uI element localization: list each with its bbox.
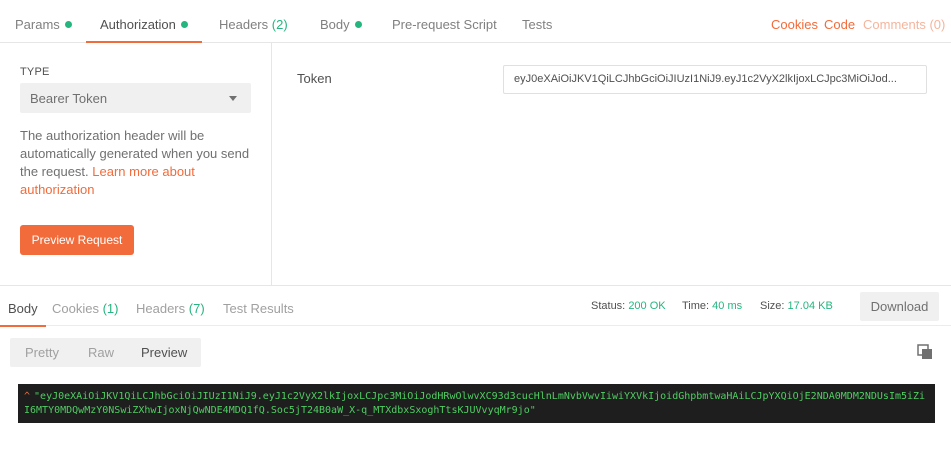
status-value: 200 OK (628, 300, 666, 312)
time-label: Time: (682, 300, 710, 312)
request-tab-bar: Params Authorization Headers (2) Body Pr… (0, 0, 951, 43)
response-tab-bar: Body Cookies (1) Headers (7) Test Result… (0, 285, 951, 327)
tab-body-label: Body (320, 17, 350, 32)
tab-headers-label: Headers (219, 17, 269, 32)
token-input[interactable]: eyJ0eXAiOiJKV1QiLCJhbGciOiJIUzI1NiJ9.eyJ… (503, 65, 927, 94)
code-link[interactable]: Code (824, 0, 855, 43)
tab-params-label: Params (15, 17, 60, 32)
params-status-dot (64, 21, 72, 28)
tab-authorization-label: Authorization (100, 17, 176, 32)
tab-headers[interactable]: Headers (2) (219, 0, 288, 43)
auth-type-dropdown[interactable]: Bearer Token (20, 83, 251, 113)
view-preview-button[interactable]: Preview (141, 338, 187, 367)
response-tab-headers-label: Headers (136, 301, 186, 316)
response-tab-cookies[interactable]: Cookies (1) (52, 286, 118, 326)
copy-icon[interactable] (917, 344, 933, 360)
tab-tests-label: Tests (522, 17, 553, 32)
view-mode-toggle: Pretty Raw Preview (10, 338, 201, 367)
response-tab-headers-count: (7) (188, 301, 205, 316)
response-tab-test-results-label: Test Results (223, 301, 294, 316)
token-panel: Token eyJ0eXAiOiJKV1QiLCJhbGciOiJIUzI1Ni… (272, 43, 951, 285)
response-tab-test-results[interactable]: Test Results (223, 286, 294, 326)
response-size: Size: 17.04 KB (760, 300, 833, 312)
tab-tests[interactable]: Tests (522, 0, 552, 43)
time-value: 40 ms (712, 300, 743, 312)
auth-type-value: Bearer Token (30, 91, 108, 106)
response-tab-cookies-count: (1) (102, 301, 119, 316)
response-tab-body[interactable]: Body (0, 286, 46, 327)
tab-body[interactable]: Body (320, 0, 362, 43)
download-button[interactable]: Download (860, 292, 939, 321)
tab-pre-request-script[interactable]: Pre-request Script (392, 0, 497, 43)
collapse-caret-icon[interactable]: ^ (24, 391, 30, 402)
response-tab-cookies-label: Cookies (52, 301, 99, 316)
cookies-link[interactable]: Cookies (771, 0, 818, 43)
auth-type-panel: TYPE Bearer Token The authorization head… (0, 43, 272, 285)
view-raw-button[interactable]: Raw (88, 338, 114, 367)
response-body: ^ "eyJ0eXAiOiJKV1QiLCJhbGciOiJIUzI1NiJ9.e… (18, 384, 935, 423)
response-body-text: "eyJ0eXAiOiJKV1QiLCJhbGciOiJIUzI1NiJ9.ey… (24, 391, 926, 416)
preview-request-button[interactable]: Preview Request (20, 225, 134, 255)
tab-params[interactable]: Params (15, 0, 72, 43)
tab-authorization[interactable]: Authorization (86, 0, 202, 43)
auth-type-label: TYPE (20, 66, 50, 78)
response-tab-body-label: Body (8, 301, 38, 316)
status-label: Status: (591, 300, 626, 312)
size-label: Size: (760, 300, 785, 312)
token-label: Token (297, 71, 332, 86)
tab-pre-request-script-label: Pre-request Script (392, 17, 497, 32)
view-pretty-button[interactable]: Pretty (25, 338, 59, 367)
authorization-status-dot (180, 21, 188, 28)
chevron-down-icon (229, 96, 237, 101)
body-status-dot (354, 21, 362, 28)
tab-headers-count: (2) (271, 17, 288, 32)
response-time: Time: 40 ms (682, 300, 742, 312)
size-value: 17.04 KB (787, 300, 833, 312)
auth-description: The authorization header will be automat… (20, 127, 255, 199)
comments-link[interactable]: Comments (0) (863, 0, 945, 43)
response-status: Status: 200 OK (591, 300, 666, 312)
response-tab-headers[interactable]: Headers (7) (136, 286, 205, 326)
